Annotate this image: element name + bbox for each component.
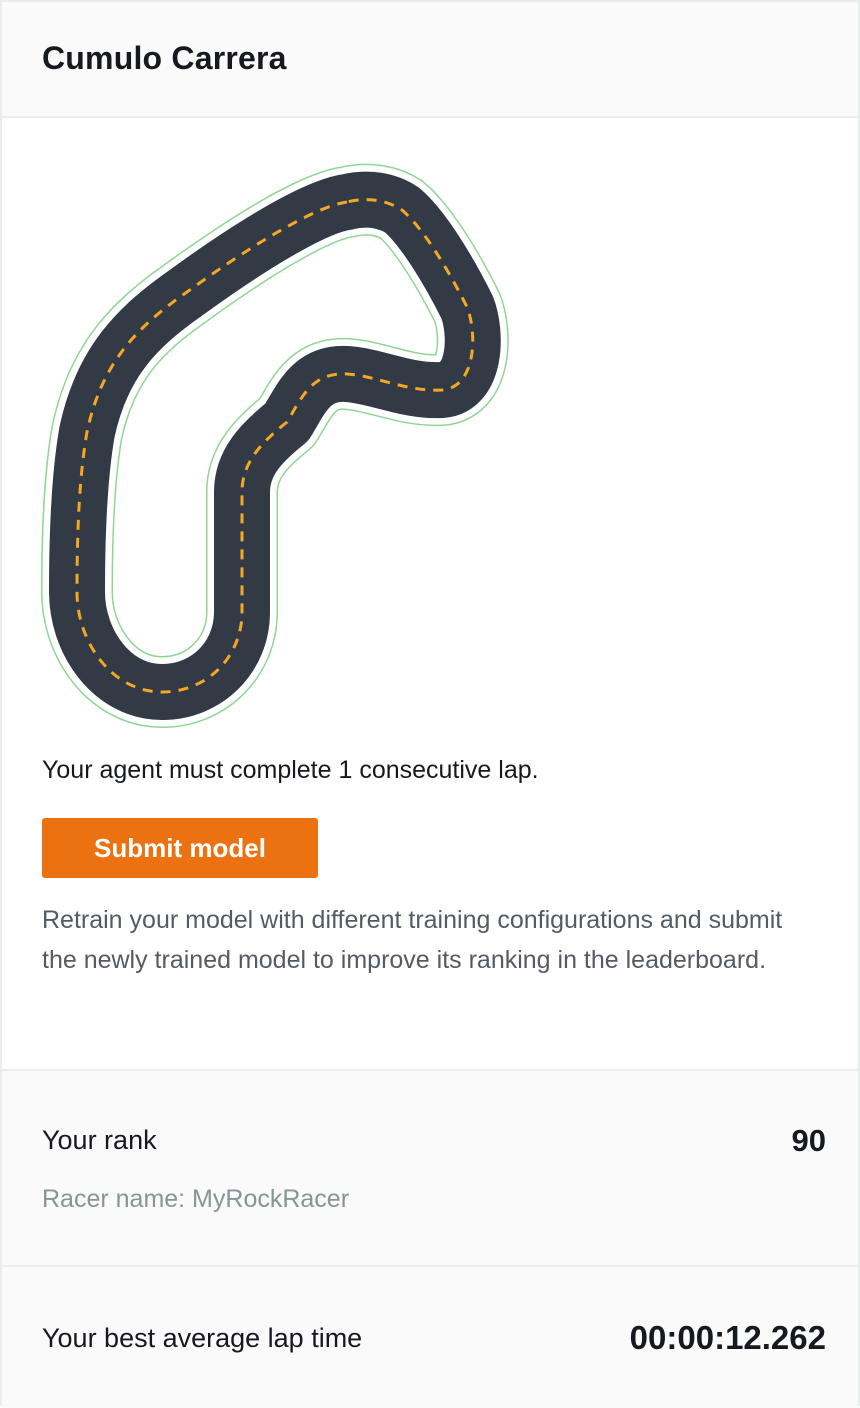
submit-model-button[interactable]: Submit model [42,818,318,878]
track-card: Cumulo Carrera Your agent must complete … [0,0,860,1408]
card-header: Cumulo Carrera [2,2,858,118]
track-map [32,162,532,742]
track-map-graphic [41,163,509,728]
lap-time-label: Your best average lap time [42,1323,363,1353]
lap-time-value: 00:00:12.262 [629,1319,826,1356]
retrain-description: Retrain your model with different traini… [42,906,783,974]
lap-time-section: Your best average lap time 00:00:12.262 [2,1267,858,1408]
rank-value: 90 [791,1123,826,1158]
racer-name: Racer name: MyRockRacer [42,1185,350,1213]
lap-requirement: Your agent must complete 1 consecutive l… [42,756,539,784]
rank-section: Your rank 90 Racer name: MyRockRacer [2,1069,858,1267]
rank-label: Your rank [42,1125,157,1155]
track-title: Cumulo Carrera [42,40,287,76]
